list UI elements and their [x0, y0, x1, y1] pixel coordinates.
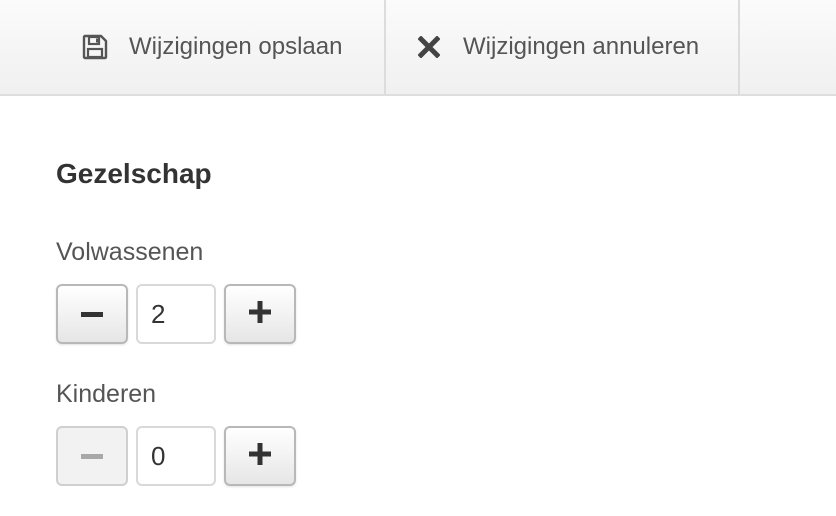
adults-count-input[interactable] [136, 284, 216, 344]
x-icon [416, 34, 442, 60]
adults-increment-button[interactable] [224, 284, 296, 344]
plus-icon [249, 300, 271, 328]
cancel-changes-button[interactable]: Wijzigingen annuleren [386, 0, 740, 94]
save-changes-button[interactable]: Wijzigingen opslaan [0, 0, 386, 94]
adults-stepper [56, 284, 296, 344]
section-title: Gezelschap [56, 158, 212, 189]
minus-icon [81, 305, 103, 323]
children-stepper [56, 426, 296, 486]
cancel-changes-label: Wijzigingen annuleren [463, 33, 700, 60]
save-changes-label: Wijzigingen opslaan [129, 33, 343, 60]
plus-icon [249, 442, 271, 470]
adults-decrement-button[interactable] [56, 284, 128, 344]
minus-icon [81, 447, 103, 465]
floppy-disk-icon [82, 34, 108, 60]
adults-label: Volwassenen [56, 238, 204, 266]
children-increment-button[interactable] [224, 426, 296, 486]
toolbar: Wijzigingen opslaan Wijzigingen annulere… [0, 0, 836, 96]
children-decrement-button[interactable] [56, 426, 128, 486]
children-count-input[interactable] [136, 426, 216, 486]
children-label: Kinderen [56, 380, 157, 408]
